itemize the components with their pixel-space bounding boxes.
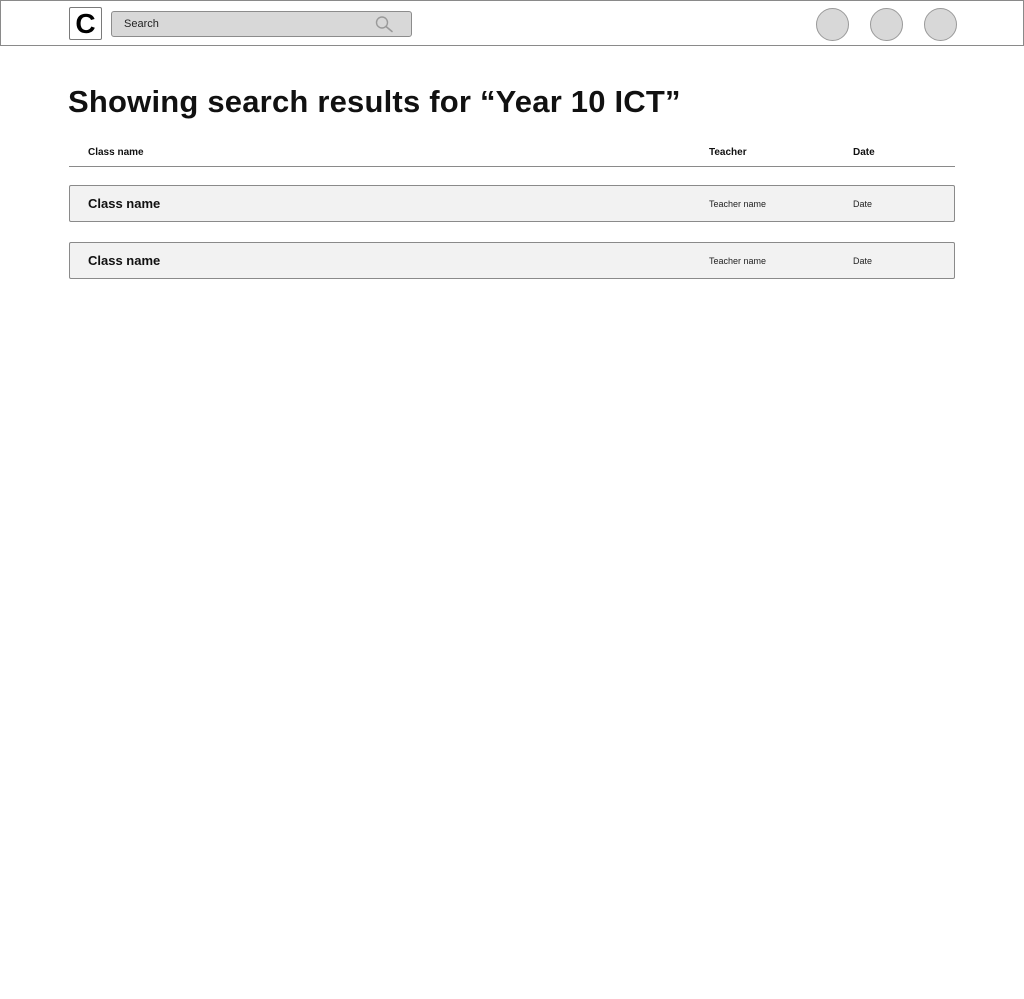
result-row[interactable]: Class name Teacher name Date: [69, 185, 955, 222]
nav-circle-button-1[interactable]: [816, 8, 849, 41]
page-title: Showing search results for “Year 10 ICT”: [68, 84, 681, 119]
column-header-class-name: Class name: [88, 147, 144, 158]
search-input[interactable]: [112, 12, 362, 36]
result-teacher-name: Teacher name: [709, 256, 767, 266]
nav-circle-button-2[interactable]: [870, 8, 903, 41]
logo[interactable]: C: [69, 7, 102, 40]
result-class-name[interactable]: Class name: [88, 196, 160, 211]
search-icon[interactable]: [374, 15, 394, 33]
nav-circle-button-3[interactable]: [924, 8, 957, 41]
column-header-teacher: Teacher: [709, 147, 747, 158]
result-date: Date: [853, 199, 873, 209]
result-row[interactable]: Class name Teacher name Date: [69, 242, 955, 279]
top-bar: C: [0, 0, 1024, 46]
result-date: Date: [853, 256, 873, 266]
column-header-date: Date: [853, 147, 875, 158]
header-divider: [69, 166, 955, 167]
result-teacher-name: Teacher name: [709, 199, 767, 209]
search-bar[interactable]: [111, 11, 412, 37]
result-class-name[interactable]: Class name: [88, 253, 160, 268]
